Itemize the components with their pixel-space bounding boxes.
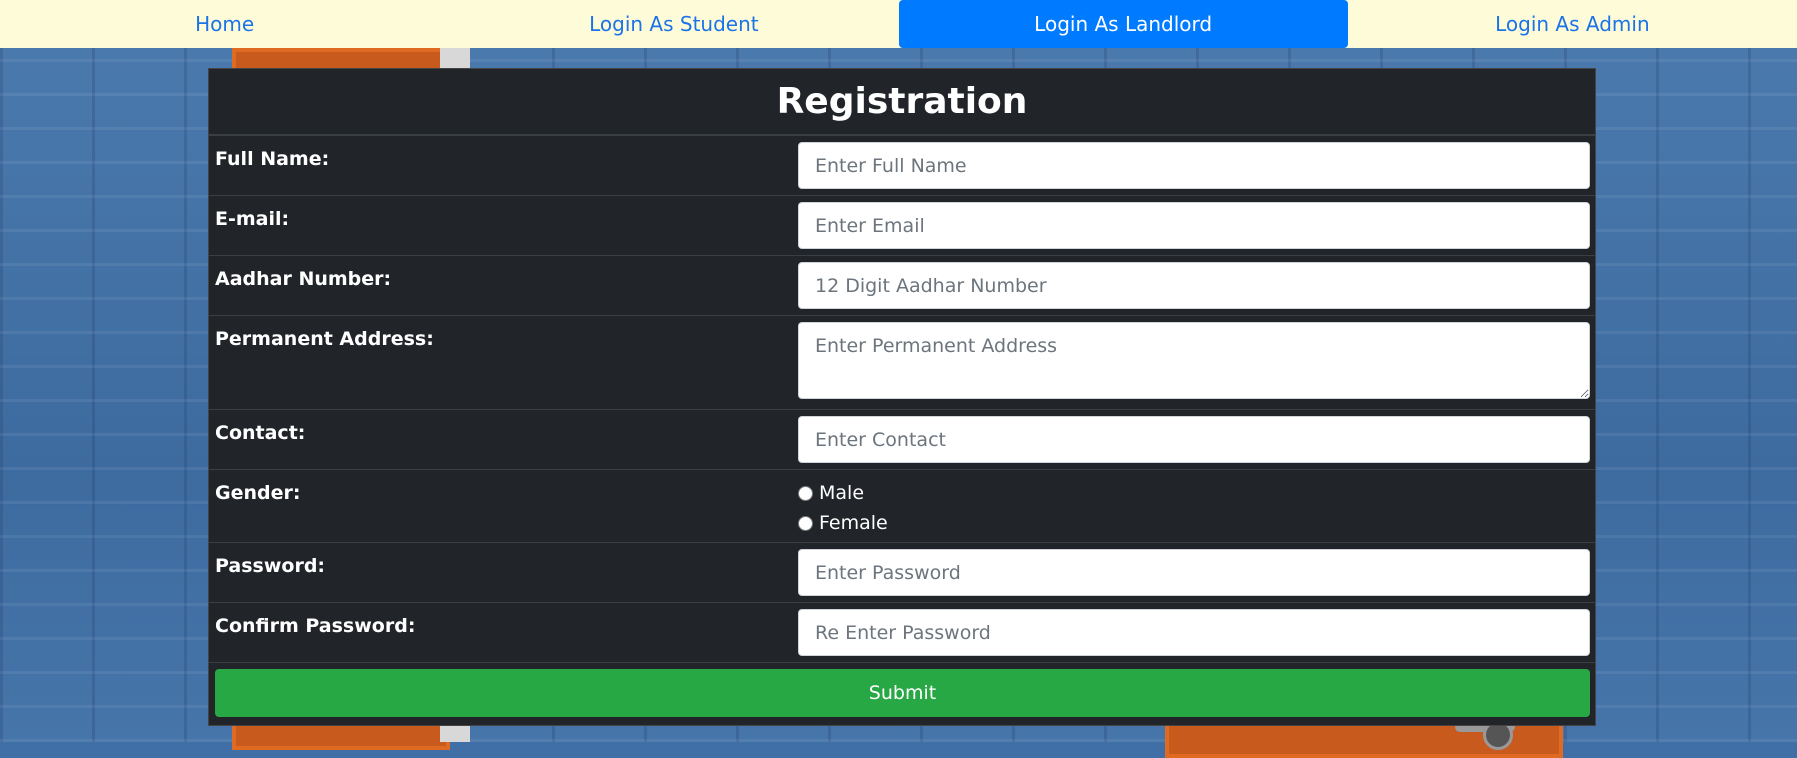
row-gender: Gender: Male Female [209, 470, 1595, 543]
nav-login-landlord[interactable]: Login As Landlord [898, 0, 1348, 48]
confirm-password-input[interactable] [798, 609, 1590, 656]
row-email: E-mail: [209, 196, 1595, 256]
row-contact: Contact: [209, 410, 1595, 470]
full-name-label: Full Name: [215, 148, 330, 170]
gender-male-radio[interactable] [798, 485, 813, 501]
email-input[interactable] [798, 202, 1590, 249]
address-textarea[interactable] [798, 322, 1590, 399]
nav-login-admin[interactable]: Login As Admin [1348, 0, 1797, 48]
confirm-password-label: Confirm Password: [215, 615, 416, 637]
top-navbar: Home Login As Student Login As Landlord … [0, 0, 1797, 48]
nav-login-student[interactable]: Login As Student [449, 0, 898, 48]
gender-option-female[interactable]: Female [798, 508, 1595, 538]
address-label: Permanent Address: [215, 328, 434, 350]
row-full-name: Full Name: [209, 136, 1595, 196]
row-password: Password: [209, 543, 1595, 603]
row-confirm-password: Confirm Password: [209, 603, 1595, 663]
form-title: Registration [209, 69, 1595, 136]
registration-form: Registration Full Name: E-mail: Aadhar N… [208, 68, 1596, 726]
nav-home[interactable]: Home [0, 0, 449, 48]
gender-female-radio[interactable] [798, 515, 813, 531]
gender-radio-group: Male Female [798, 470, 1595, 542]
row-address: Permanent Address: [209, 316, 1595, 410]
aadhar-input[interactable] [798, 262, 1590, 309]
gender-label: Gender: [215, 482, 301, 504]
contact-input[interactable] [798, 416, 1590, 463]
password-label: Password: [215, 555, 326, 577]
aadhar-label: Aadhar Number: [215, 268, 392, 290]
gender-option-male[interactable]: Male [798, 478, 1595, 508]
gender-female-label: Female [819, 512, 888, 534]
contact-label: Contact: [215, 422, 306, 444]
gender-male-label: Male [819, 482, 865, 504]
email-label: E-mail: [215, 208, 290, 230]
submit-button[interactable]: Submit [215, 669, 1590, 717]
row-aadhar: Aadhar Number: [209, 256, 1595, 316]
full-name-input[interactable] [798, 142, 1590, 189]
password-input[interactable] [798, 549, 1590, 596]
